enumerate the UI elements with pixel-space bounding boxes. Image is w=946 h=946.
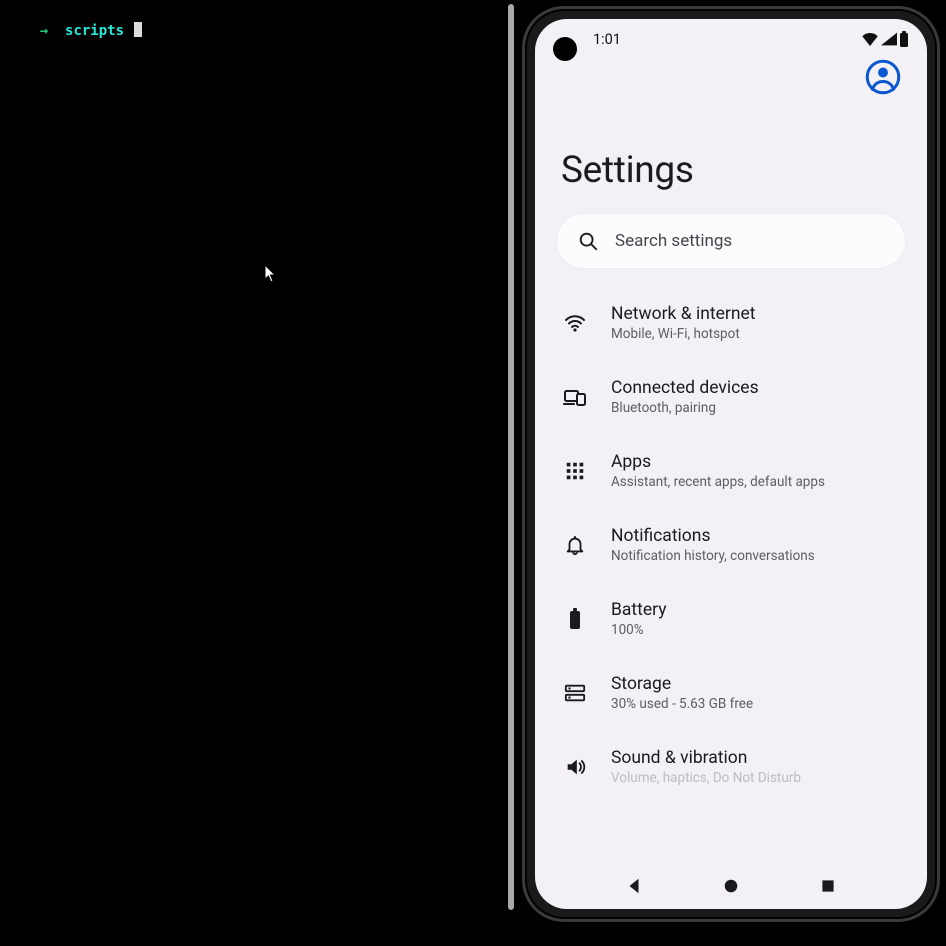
status-bar: 1:01 xyxy=(535,19,927,59)
phone-frame: 1:01 Settings xyxy=(522,6,940,922)
nav-back-icon xyxy=(625,877,643,895)
nav-home-button[interactable] xyxy=(721,876,741,896)
settings-item-label: Sound & vibration xyxy=(611,748,801,768)
signal-icon xyxy=(881,32,897,46)
pane-scrollbar[interactable] xyxy=(506,0,516,946)
profile-icon xyxy=(865,59,901,95)
bell-icon xyxy=(564,533,586,557)
nav-recent-icon xyxy=(820,878,836,894)
phone-screen[interactable]: 1:01 Settings xyxy=(535,19,927,909)
settings-item-label: Connected devices xyxy=(611,378,759,398)
settings-item-sub: Notification history, conversations xyxy=(611,548,815,564)
terminal-prompt: → scripts xyxy=(6,4,500,58)
scrollbar-thumb[interactable] xyxy=(508,4,514,910)
settings-item-sub: Volume, haptics, Do Not Disturb xyxy=(611,770,801,786)
terminal-cursor xyxy=(134,22,142,37)
page-title: Settings xyxy=(561,149,901,192)
settings-item-sub: Bluetooth, pairing xyxy=(611,400,759,416)
settings-item-notifications[interactable]: Notifications Notification history, conv… xyxy=(543,508,919,582)
settings-item-sub: 100% xyxy=(611,622,667,638)
settings-item-sub: Assistant, recent apps, default apps xyxy=(611,474,825,490)
battery-icon xyxy=(899,31,909,47)
wifi-settings-icon xyxy=(563,311,587,335)
settings-item-battery[interactable]: Battery 100% xyxy=(543,582,919,656)
settings-item-storage[interactable]: Storage 30% used - 5.63 GB free xyxy=(543,656,919,730)
settings-item-label: Storage xyxy=(611,674,753,694)
status-icons xyxy=(861,31,909,47)
battery-settings-icon xyxy=(568,607,582,631)
nav-back-button[interactable] xyxy=(624,876,644,896)
wifi-icon xyxy=(861,32,879,46)
devices-icon xyxy=(563,385,587,409)
prompt-arrow-icon: → xyxy=(40,23,48,39)
prompt-cwd: scripts xyxy=(65,23,124,39)
settings-item-sub: 30% used - 5.63 GB free xyxy=(611,696,753,712)
settings-item-label: Battery xyxy=(611,600,667,620)
settings-item-label: Network & internet xyxy=(611,304,756,324)
apps-grid-icon xyxy=(564,460,586,482)
navigation-bar xyxy=(535,863,927,909)
camera-punch-hole xyxy=(553,37,577,61)
phone-emulator-pane: 1:01 Settings xyxy=(516,0,946,946)
settings-list[interactable]: Network & internet Mobile, Wi-Fi, hotspo… xyxy=(535,286,927,863)
settings-item-sound[interactable]: Sound & vibration Volume, haptics, Do No… xyxy=(543,730,919,804)
search-icon xyxy=(577,230,599,252)
storage-icon xyxy=(564,683,586,703)
settings-item-label: Notifications xyxy=(611,526,815,546)
sound-icon xyxy=(563,756,587,778)
nav-recent-button[interactable] xyxy=(818,876,838,896)
status-time: 1:01 xyxy=(593,31,621,48)
nav-home-icon xyxy=(722,877,740,895)
settings-item-sub: Mobile, Wi-Fi, hotspot xyxy=(611,326,756,342)
settings-item-apps[interactable]: Apps Assistant, recent apps, default app… xyxy=(543,434,919,508)
mouse-cursor-icon xyxy=(264,264,278,284)
search-placeholder: Search settings xyxy=(615,231,732,251)
terminal-pane[interactable]: → scripts xyxy=(0,0,506,946)
search-settings[interactable]: Search settings xyxy=(557,214,905,268)
settings-header: Settings xyxy=(535,59,927,208)
settings-item-network[interactable]: Network & internet Mobile, Wi-Fi, hotspo… xyxy=(543,286,919,360)
profile-button[interactable] xyxy=(865,59,901,99)
settings-item-label: Apps xyxy=(611,452,825,472)
settings-item-connected-devices[interactable]: Connected devices Bluetooth, pairing xyxy=(543,360,919,434)
